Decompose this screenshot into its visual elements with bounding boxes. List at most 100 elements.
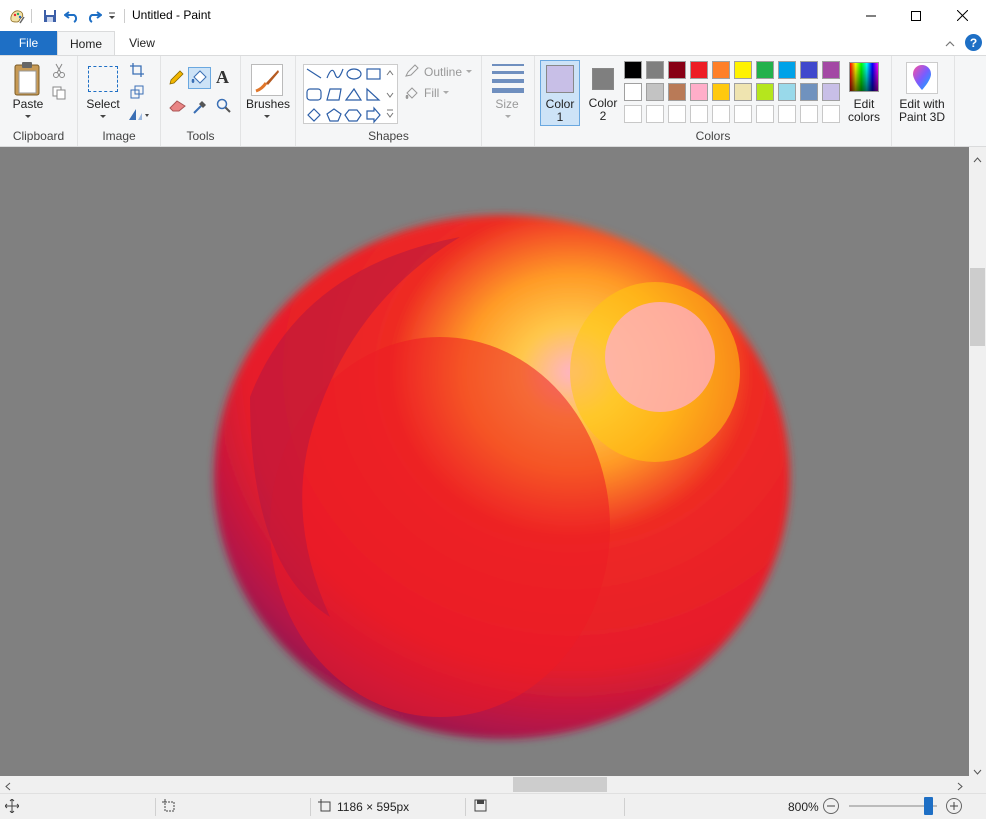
palette-swatch[interactable] — [822, 83, 840, 101]
tab-home[interactable]: Home — [57, 31, 115, 56]
palette-swatch[interactable] — [800, 61, 818, 79]
file-size-icon — [474, 799, 487, 815]
palette-swatch[interactable] — [756, 83, 774, 101]
paste-icon[interactable] — [13, 61, 45, 101]
scroll-left-icon[interactable] — [5, 780, 11, 794]
colors-group-label: Colors — [695, 129, 731, 143]
vertical-scrollbar[interactable] — [969, 147, 986, 776]
maximize-button[interactable] — [893, 0, 939, 31]
custom-color-slot[interactable] — [822, 105, 840, 123]
horizontal-scroll-thumb[interactable] — [513, 777, 607, 792]
edit-colors-icon[interactable] — [849, 62, 879, 92]
collapse-ribbon-icon[interactable] — [945, 37, 955, 51]
palette-swatch[interactable] — [778, 61, 796, 79]
shapes-scroll-down-icon[interactable] — [386, 88, 394, 102]
outline-dropdown-icon[interactable] — [466, 70, 472, 73]
custom-color-slot[interactable] — [734, 105, 752, 123]
palette-swatch[interactable] — [624, 83, 642, 101]
fill-button[interactable]: Fill — [424, 86, 439, 100]
zoom-out-button[interactable] — [823, 798, 839, 814]
canvas-size-text: 1186 × 595px — [337, 800, 410, 814]
colors-group: Color 1 Color 2 Edit colors Colors — [535, 56, 892, 146]
zoom-in-button[interactable] — [946, 798, 962, 814]
zoom-slider-thumb[interactable] — [924, 797, 934, 815]
cursor-position-icon — [4, 798, 20, 816]
tools-group-label: Tools — [186, 129, 215, 143]
color1-button[interactable]: Color 1 — [540, 60, 580, 126]
palette-swatch[interactable] — [690, 83, 708, 101]
palette-swatch[interactable] — [646, 61, 664, 79]
undo-icon[interactable] — [63, 7, 81, 25]
copy-icon[interactable] — [52, 86, 68, 103]
palette-swatch[interactable] — [668, 61, 686, 79]
edit-colors-line2[interactable]: colors — [843, 111, 885, 124]
fill-bucket-icon[interactable] — [188, 67, 211, 89]
shapes-gallery[interactable] — [303, 64, 398, 124]
palette-swatch[interactable] — [668, 83, 686, 101]
redo-icon[interactable] — [85, 7, 103, 25]
brushes-dropdown-icon[interactable] — [264, 115, 270, 118]
help-icon[interactable]: ? — [965, 34, 982, 51]
palette-swatch[interactable] — [756, 61, 774, 79]
rotate-icon[interactable] — [128, 107, 150, 124]
save-icon[interactable] — [41, 7, 59, 25]
custom-color-slot[interactable] — [646, 105, 664, 123]
custom-color-slot[interactable] — [712, 105, 730, 123]
color2-button[interactable]: Color 2 — [583, 60, 623, 126]
paint3d-icon[interactable] — [906, 62, 938, 94]
palette-swatch[interactable] — [646, 83, 664, 101]
shapes-more-icon[interactable] — [386, 108, 394, 122]
palette-swatch[interactable] — [624, 61, 642, 79]
close-button[interactable] — [939, 0, 985, 31]
tab-view[interactable]: View — [115, 31, 169, 55]
custom-color-slot[interactable] — [668, 105, 686, 123]
brushes-button[interactable]: Brushes — [243, 98, 293, 111]
vertical-scroll-thumb[interactable] — [970, 268, 985, 346]
custom-color-slot[interactable] — [800, 105, 818, 123]
palette-swatch[interactable] — [778, 83, 796, 101]
fill-dropdown-icon[interactable] — [443, 91, 449, 94]
shapes-scroll-up-icon[interactable] — [386, 66, 394, 80]
scroll-right-icon[interactable] — [957, 780, 963, 794]
text-tool-icon[interactable]: A — [216, 67, 229, 88]
palette-swatch[interactable] — [712, 83, 730, 101]
custom-color-slot[interactable] — [756, 105, 774, 123]
magnifier-icon[interactable] — [216, 98, 232, 117]
color2-swatch — [592, 68, 614, 90]
outline-button[interactable]: Outline — [424, 65, 462, 79]
custom-color-slot[interactable] — [778, 105, 796, 123]
paint3d-line2[interactable]: Paint 3D — [892, 111, 952, 124]
minimize-button[interactable] — [848, 0, 894, 31]
custom-color-slot[interactable] — [690, 105, 708, 123]
canvas-image[interactable] — [0, 147, 969, 776]
size-button[interactable]: Size — [482, 98, 532, 111]
horizontal-scrollbar[interactable] — [0, 776, 969, 793]
palette-swatch[interactable] — [712, 61, 730, 79]
customize-quick-access-icon[interactable] — [106, 7, 118, 25]
eraser-icon[interactable] — [169, 98, 187, 115]
pencil-icon[interactable] — [168, 70, 184, 89]
resize-icon[interactable] — [130, 85, 144, 102]
scroll-up-icon[interactable] — [973, 152, 982, 166]
size-icon[interactable] — [492, 64, 524, 93]
paint-app-icon[interactable] — [8, 7, 26, 25]
paste-button[interactable]: Paste — [6, 98, 50, 111]
brush-icon[interactable] — [251, 64, 283, 96]
palette-swatch[interactable] — [690, 61, 708, 79]
palette-swatch[interactable] — [734, 83, 752, 101]
crop-icon[interactable] — [130, 63, 144, 80]
paste-dropdown-icon[interactable] — [25, 115, 31, 118]
custom-color-slot[interactable] — [624, 105, 642, 123]
tab-file[interactable]: File — [0, 31, 57, 55]
cut-icon[interactable] — [52, 63, 66, 82]
select-dropdown-icon[interactable] — [100, 115, 106, 118]
palette-swatch[interactable] — [734, 61, 752, 79]
select-button[interactable]: Select — [80, 98, 126, 111]
palette-swatch[interactable] — [822, 61, 840, 79]
size-dropdown-icon[interactable] — [505, 115, 511, 118]
color-picker-icon[interactable] — [193, 98, 209, 117]
clipboard-group-label: Clipboard — [12, 129, 65, 143]
select-icon[interactable] — [88, 66, 118, 92]
canvas-area[interactable] — [0, 147, 969, 776]
palette-swatch[interactable] — [800, 83, 818, 101]
